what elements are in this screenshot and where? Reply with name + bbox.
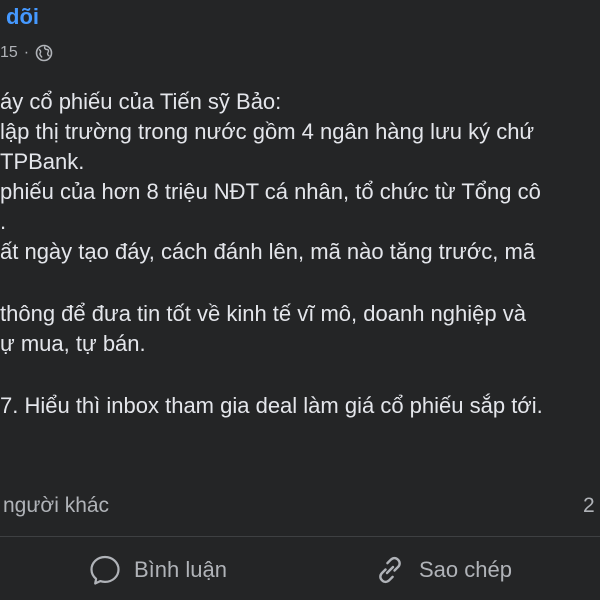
facebook-post: dõi 15 · áy cổ phiếu của Tiến sỹ Bảo: lậ…: [0, 0, 600, 600]
meta-separator: ·: [23, 44, 30, 61]
copy-button-label: Sao chép: [419, 557, 512, 582]
comment-button-label: Bình luận: [134, 557, 227, 582]
post-line: lập thị trường trong nước gồm 4 ngân hàn…: [0, 119, 535, 144]
post-line-blank: [0, 267, 600, 299]
globe-icon[interactable]: [35, 44, 53, 62]
post-line: áy cổ phiếu của Tiến sỹ Bảo:: [0, 89, 282, 114]
post-text: áy cổ phiếu của Tiến sỹ Bảo: lập thị trư…: [0, 87, 600, 421]
comment-count[interactable]: 2: [583, 494, 595, 518]
post-meta: 15 ·: [0, 42, 53, 64]
post-line: ự mua, tự bán.: [0, 331, 146, 356]
post-line: .: [0, 209, 7, 234]
author-name-link[interactable]: dõi: [6, 4, 39, 30]
post-line: thông để đưa tin tốt về kinh tế vĩ mô, d…: [0, 301, 526, 326]
link-icon: [379, 556, 401, 584]
post-line: 7. Hiểu thì inbox tham gia deal làm giá …: [0, 393, 543, 418]
copy-button[interactable]: Sao chép: [373, 548, 512, 592]
post-line: phiếu của hơn 8 triệu NĐT cá nhân, tổ ch…: [0, 179, 541, 204]
divider: [0, 536, 600, 537]
reactions-summary[interactable]: người khác: [3, 494, 109, 518]
post-time[interactable]: 15: [0, 44, 18, 62]
post-line: ất ngày tạo đáy, cách đánh lên, mã nào t…: [0, 239, 536, 264]
post-stats: người khác 2: [0, 492, 600, 524]
post-line: TPBank.: [0, 149, 85, 174]
comment-bubble-icon: [90, 555, 120, 585]
post-actions: Bình luận Sao chép: [0, 548, 600, 592]
post-line-blank: [0, 359, 600, 391]
comment-button[interactable]: Bình luận: [88, 548, 227, 592]
